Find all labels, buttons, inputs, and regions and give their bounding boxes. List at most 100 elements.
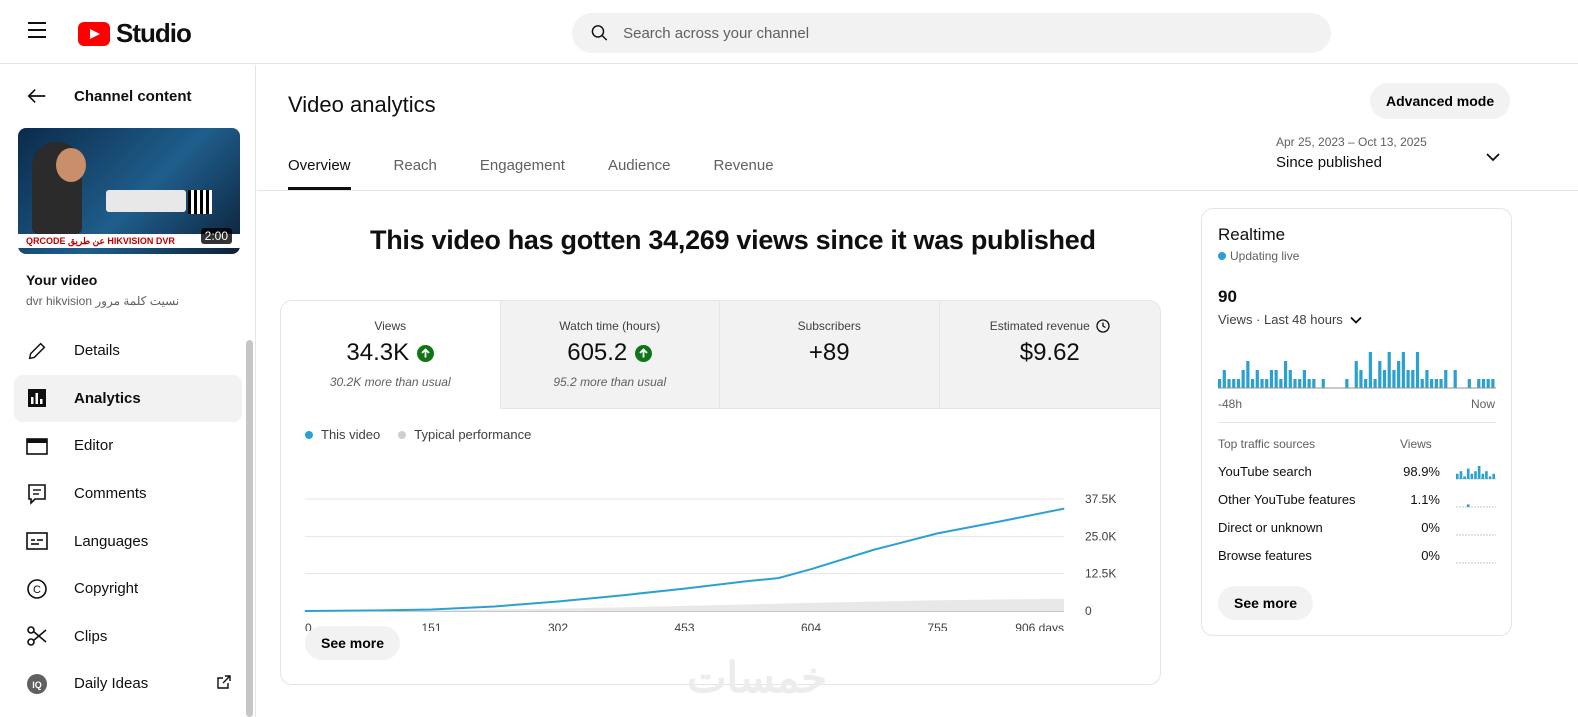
sidebar-item-label: Copyright xyxy=(74,580,139,598)
realtime-bar[interactable] xyxy=(1406,370,1410,388)
sidebar-item-editor[interactable]: Editor xyxy=(14,422,242,470)
youtube-logo-icon xyxy=(78,21,110,46)
date-range-text: Apr 25, 2023 – Oct 13, 2025 xyxy=(1276,135,1427,149)
realtime-bar[interactable] xyxy=(1364,379,1368,388)
see-more-button[interactable]: See more xyxy=(305,626,401,660)
clock-info-icon[interactable] xyxy=(1096,319,1110,333)
traffic-source-row[interactable]: Direct or unknown 0% xyxy=(1218,520,1496,540)
video-thumbnail[interactable]: QRCODE عن طريق HIKVISION DVR 2:00 xyxy=(18,128,240,254)
sidebar-scrollbar[interactable] xyxy=(246,340,253,717)
realtime-bar[interactable] xyxy=(1378,361,1382,388)
traffic-source-row[interactable]: YouTube search 98.9% xyxy=(1218,464,1496,484)
realtime-bar[interactable] xyxy=(1453,370,1457,388)
realtime-views-count: 90 xyxy=(1218,287,1237,306)
realtime-bar[interactable] xyxy=(1401,352,1405,388)
realtime-bar[interactable] xyxy=(1477,379,1481,388)
realtime-bar[interactable] xyxy=(1269,370,1274,388)
realtime-bar[interactable] xyxy=(1236,379,1241,388)
realtime-bar[interactable] xyxy=(1222,370,1226,388)
back-to-channel-content[interactable]: Channel content xyxy=(26,85,192,107)
realtime-bar[interactable] xyxy=(1321,379,1325,388)
realtime-bar[interactable] xyxy=(1260,379,1264,388)
traffic-source-row[interactable]: Browse features 0% xyxy=(1218,548,1496,568)
realtime-bar[interactable] xyxy=(1307,379,1311,388)
views-headline: This video has gotten 34,269 views since… xyxy=(370,225,1096,255)
realtime-bar[interactable] xyxy=(1265,379,1269,388)
realtime-period-dropdown[interactable]: Views · Last 48 hours xyxy=(1218,312,1363,327)
realtime-bar[interactable] xyxy=(1283,361,1288,388)
realtime-bar[interactable] xyxy=(1227,379,1231,388)
search-input[interactable] xyxy=(623,24,1331,42)
realtime-bar[interactable] xyxy=(1439,379,1443,388)
realtime-bar[interactable] xyxy=(1293,379,1297,388)
advanced-mode-button[interactable]: Advanced mode xyxy=(1370,83,1511,119)
date-range-picker[interactable]: Apr 25, 2023 – Oct 13, 2025 Since publis… xyxy=(1276,135,1501,171)
realtime-bar[interactable] xyxy=(1382,370,1387,388)
realtime-bar[interactable] xyxy=(1250,379,1255,388)
studio-logo[interactable]: Studio xyxy=(78,18,192,49)
menu-icon[interactable] xyxy=(28,22,52,42)
realtime-bar[interactable] xyxy=(1425,370,1429,388)
realtime-bar[interactable] xyxy=(1359,370,1363,388)
this-video-point xyxy=(620,594,622,596)
tab-revenue[interactable]: Revenue xyxy=(714,145,774,190)
realtime-bar[interactable] xyxy=(1481,379,1486,388)
sidebar-item-daily-ideas[interactable]: IQ Daily Ideas xyxy=(14,660,242,708)
metric-watch-time[interactable]: Watch time (hours) 605.2 95.2 more than … xyxy=(500,301,720,409)
y-tick-label: 12.5K xyxy=(1085,567,1116,581)
realtime-bar[interactable] xyxy=(1246,361,1250,388)
realtime-bar[interactable] xyxy=(1232,379,1236,388)
sidebar-item-details[interactable]: Details xyxy=(14,327,242,375)
realtime-bar[interactable] xyxy=(1368,352,1372,388)
this-video-point xyxy=(493,606,495,608)
sidebar-item-comments[interactable]: Comments xyxy=(14,470,242,518)
sparkline-bar xyxy=(1481,473,1485,479)
realtime-bar[interactable] xyxy=(1420,379,1424,388)
realtime-bar[interactable] xyxy=(1274,370,1278,388)
tab-reach[interactable]: Reach xyxy=(394,145,437,190)
this-video-point xyxy=(431,609,432,611)
realtime-bar[interactable] xyxy=(1279,379,1283,388)
tab-overview[interactable]: Overview xyxy=(288,145,351,190)
comments-icon xyxy=(26,483,48,505)
realtime-bar[interactable] xyxy=(1444,370,1448,388)
tabs-divider xyxy=(257,190,1578,191)
metric-estimated-revenue[interactable]: Estimated revenue $9.62 xyxy=(939,301,1160,409)
realtime-bar[interactable] xyxy=(1397,361,1401,388)
realtime-bar[interactable] xyxy=(1298,379,1302,388)
realtime-bar[interactable] xyxy=(1467,379,1471,388)
realtime-bar[interactable] xyxy=(1430,379,1434,388)
sidebar-item-clips[interactable]: Clips xyxy=(14,613,242,661)
realtime-bar[interactable] xyxy=(1486,379,1490,388)
realtime-bar[interactable] xyxy=(1491,379,1495,388)
traffic-source-row[interactable]: Other YouTube features 1.1% xyxy=(1218,492,1496,512)
traffic-source-percent: 1.1% xyxy=(1410,492,1440,507)
realtime-bar[interactable] xyxy=(1302,370,1307,388)
realtime-bar[interactable] xyxy=(1218,379,1222,388)
traffic-sparkline xyxy=(1456,504,1496,508)
sidebar-item-analytics[interactable]: Analytics xyxy=(14,374,242,423)
realtime-bar[interactable] xyxy=(1241,370,1245,388)
realtime-bar[interactable] xyxy=(1373,379,1377,388)
realtime-bar[interactable] xyxy=(1312,379,1316,388)
realtime-bar[interactable] xyxy=(1354,361,1358,388)
realtime-bar[interactable] xyxy=(1434,379,1438,388)
metric-views[interactable]: Views 34.3K 30.2K more than usual xyxy=(281,301,501,409)
realtime-bar[interactable] xyxy=(1411,370,1415,388)
tab-engagement[interactable]: Engagement xyxy=(480,145,565,190)
realtime-bar[interactable] xyxy=(1387,352,1391,388)
realtime-bar[interactable] xyxy=(1415,352,1420,388)
sidebar-item-languages[interactable]: Languages xyxy=(14,517,242,565)
realtime-bar[interactable] xyxy=(1392,370,1396,388)
metric-subscribers[interactable]: Subscribers +89 xyxy=(720,301,940,409)
y-tick-label: 37.5K xyxy=(1085,492,1116,506)
realtime-bar[interactable] xyxy=(1345,379,1349,388)
tab-audience[interactable]: Audience xyxy=(608,145,671,190)
search-bar[interactable] xyxy=(572,13,1331,53)
traffic-source-name: YouTube search xyxy=(1218,464,1312,479)
sidebar-item-copyright[interactable]: C Copyright xyxy=(14,565,242,613)
realtime-see-more-button[interactable]: See more xyxy=(1218,586,1314,620)
realtime-bar[interactable] xyxy=(1288,370,1292,388)
metric-label: Views xyxy=(374,319,407,333)
realtime-bar[interactable] xyxy=(1255,370,1259,388)
